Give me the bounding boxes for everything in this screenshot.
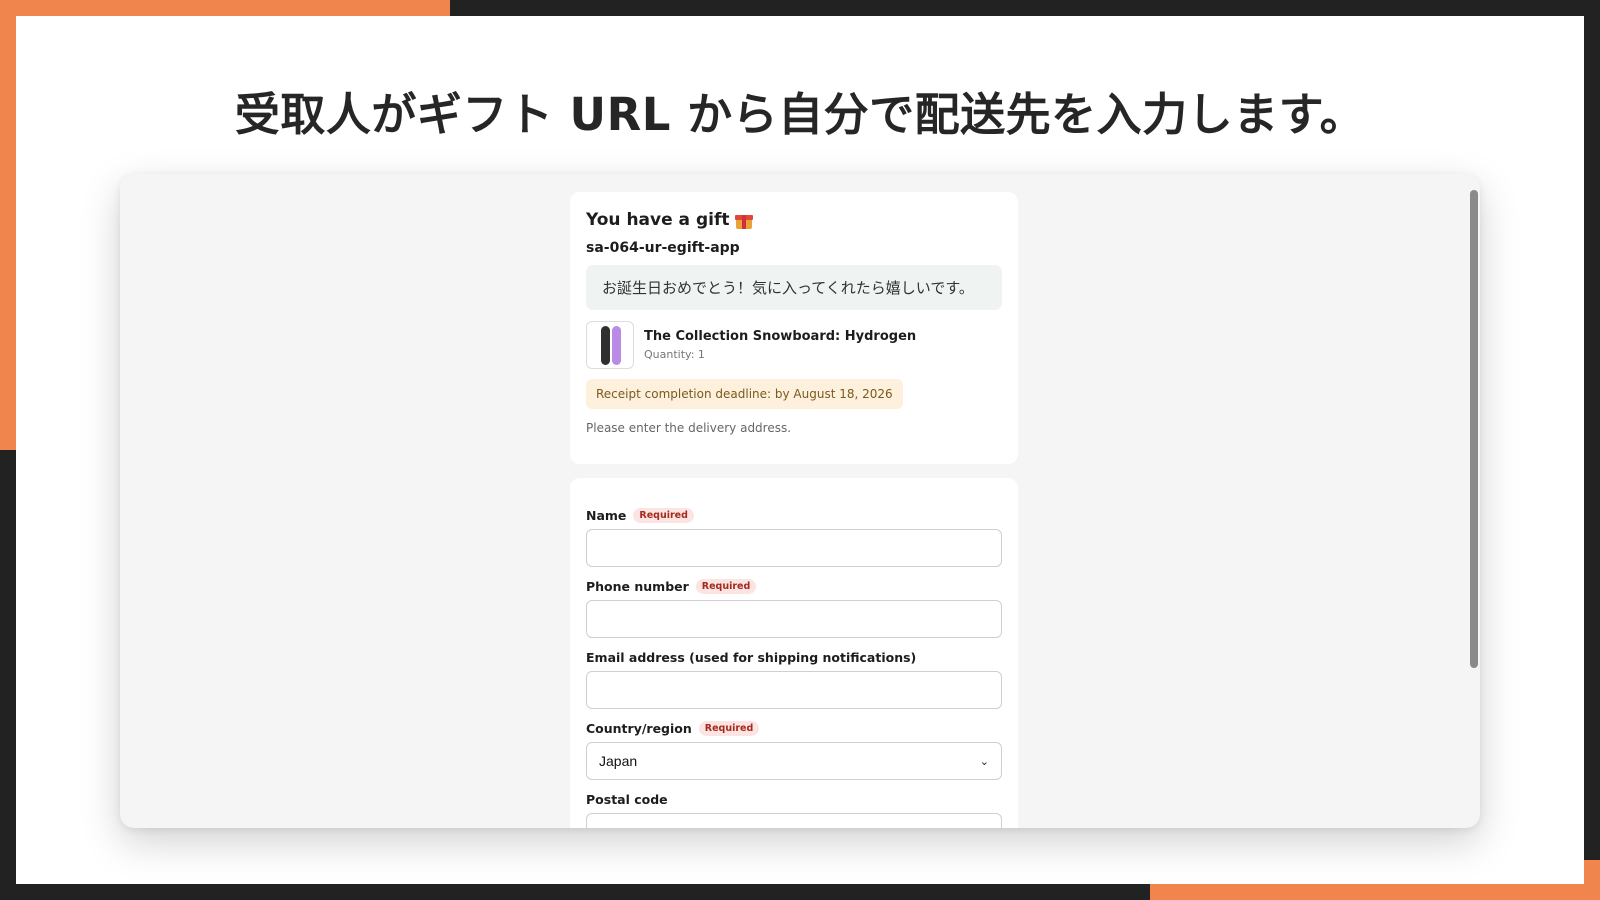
- email-input[interactable]: [586, 671, 1002, 709]
- phone-input[interactable]: [586, 600, 1002, 638]
- name-field-group: Name Required: [586, 506, 1002, 567]
- country-label: Country/region: [586, 720, 692, 736]
- phone-label: Phone number: [586, 578, 689, 594]
- slide-headline: 受取人がギフト URL から自分で配送先を入力します。: [234, 88, 1366, 141]
- name-input[interactable]: [586, 529, 1002, 567]
- name-label: Name: [586, 507, 627, 523]
- gift-card: You have a gift sa-064-ur-egift-app お誕生日…: [570, 192, 1018, 464]
- gift-message: お誕生日おめでとう！気に入ってくれたら嬉しいです。: [586, 265, 1002, 310]
- product-name: The Collection Snowboard: Hydrogen: [644, 329, 917, 344]
- required-badge: Required: [695, 578, 757, 594]
- gift-title: You have a gift: [586, 210, 730, 230]
- address-form: Name Required Phone number Required Emai…: [570, 478, 1018, 828]
- address-hint: Please enter the delivery address.: [586, 421, 792, 435]
- slide: 受取人がギフト URL から自分で配送先を入力します。 You have a g…: [16, 16, 1584, 884]
- scrollbar[interactable]: [1470, 190, 1478, 668]
- email-field-group: Email address (used for shipping notific…: [586, 648, 1002, 709]
- product-quantity: Quantity: 1: [644, 348, 705, 361]
- product-thumbnail: [586, 321, 634, 369]
- required-badge: Required: [633, 507, 694, 523]
- postal-input[interactable]: [586, 813, 1002, 828]
- gift-heading: You have a gift: [586, 210, 1002, 230]
- country-select[interactable]: Japan ⌄: [586, 742, 1002, 780]
- country-value: Japan: [599, 753, 638, 769]
- gift-icon: [735, 212, 754, 229]
- country-field-group: Country/region Required Japan ⌄: [586, 719, 1002, 780]
- chevron-down-icon: ⌄: [979, 755, 989, 768]
- browser-window: You have a gift sa-064-ur-egift-app お誕生日…: [120, 174, 1480, 828]
- postal-label: Postal code: [586, 791, 668, 807]
- required-badge: Required: [698, 720, 760, 736]
- store-name: sa-064-ur-egift-app: [586, 240, 740, 256]
- postal-field-group: Postal code: [586, 790, 1002, 828]
- phone-field-group: Phone number Required: [586, 577, 1002, 638]
- product-item: The Collection Snowboard: Hydrogen Quant…: [586, 321, 1002, 369]
- email-label: Email address (used for shipping notific…: [586, 649, 917, 665]
- deadline-badge: Receipt completion deadline: by August 1…: [586, 379, 903, 409]
